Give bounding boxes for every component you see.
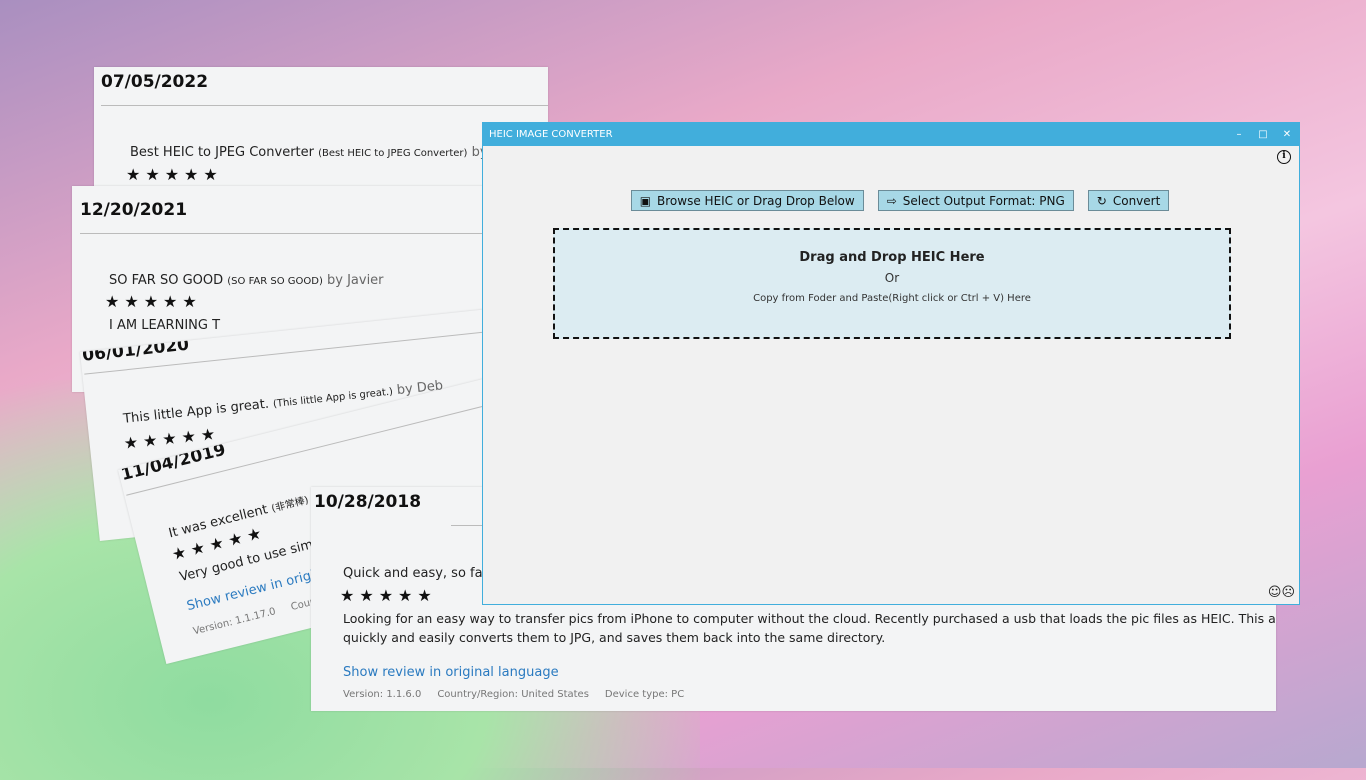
window-title: HEIC IMAGE CONVERTER <box>489 129 613 140</box>
export-icon: ⇨ <box>886 193 897 208</box>
images-icon: ▣ <box>639 193 652 208</box>
title-bar[interactable]: HEIC IMAGE CONVERTER – □ ✕ <box>483 123 1299 146</box>
drop-heading: Drag and Drop HEIC Here <box>799 250 985 265</box>
browse-button[interactable]: ▣ Browse HEIC or Drag Drop Below <box>630 190 864 211</box>
divider <box>80 233 492 234</box>
drop-or: Or <box>884 271 900 285</box>
frown-icon[interactable]: ☹ <box>1281 585 1295 600</box>
review-meta: Version: 1.1.6.0 Country/Region: United S… <box>343 689 685 700</box>
refresh-icon: ↻ <box>1096 193 1107 208</box>
review-title: Best HEIC to JPEG Converter (Best HEIC t… <box>130 145 500 160</box>
divider <box>101 105 548 106</box>
review-date: 07/05/2022 <box>101 72 209 92</box>
close-button[interactable]: ✕ <box>1275 129 1299 140</box>
format-label: Select Output Format: PNG <box>902 193 1065 208</box>
smile-icon[interactable]: ☺ <box>1268 585 1282 600</box>
rating-stars: ★★★★★ <box>105 292 202 311</box>
review-date: 12/20/2021 <box>80 200 188 220</box>
show-original-link[interactable]: Show review in original language <box>343 665 559 680</box>
rating-stars: ★★★★★ <box>126 165 223 184</box>
maximize-button[interactable]: □ <box>1251 129 1275 140</box>
feedback: ☺☹ <box>1268 585 1295 600</box>
browse-label: Browse HEIC or Drag Drop Below <box>657 193 855 208</box>
review-body-line: Looking for an easy way to transfer pics… <box>343 611 1276 626</box>
review-date: 10/28/2018 <box>314 492 422 512</box>
drop-instructions: Copy from Foder and Paste(Right click or… <box>753 293 1031 304</box>
app-window: HEIC IMAGE CONVERTER – □ ✕ i ▣ Browse HEI… <box>482 122 1300 605</box>
review-title: SO FAR SO GOOD (SO FAR SO GOOD) by Javie… <box>109 273 384 288</box>
review-body: I AM LEARNING T <box>109 318 221 333</box>
review-title: Quick and easy, so far <box>343 566 488 581</box>
info-icon[interactable]: i <box>1277 150 1291 164</box>
review-body-line: quickly and easily converts them to JPG,… <box>343 630 886 645</box>
review-card-2022: 07/05/2022 Best HEIC to JPEG Converter (… <box>94 67 548 197</box>
rating-stars: ★★★★★ <box>340 586 437 605</box>
drop-zone[interactable]: Drag and Drop HEIC Here Or Copy from Fod… <box>553 228 1231 339</box>
toolbar: ▣ Browse HEIC or Drag Drop Below ⇨ Select … <box>483 190 1299 211</box>
convert-button[interactable]: ↻ Convert <box>1087 190 1170 211</box>
minimize-button[interactable]: – <box>1227 129 1251 140</box>
convert-label: Convert <box>1112 193 1161 208</box>
select-format-button[interactable]: ⇨ Select Output Format: PNG <box>877 190 1074 211</box>
